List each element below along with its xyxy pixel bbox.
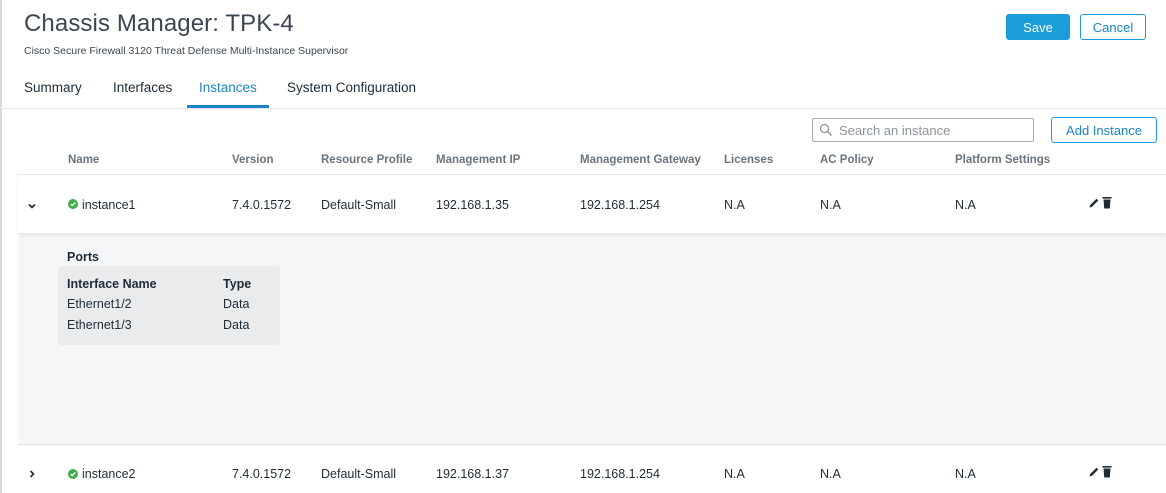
ports-header-interface-name: Interface Name — [67, 277, 157, 291]
page-header: Chassis Manager: TPK-4 Cisco Secure Fire… — [24, 10, 348, 57]
instance-management-gateway: 192.168.1.254 — [580, 467, 660, 481]
search-icon — [819, 123, 832, 136]
chevron-down-icon[interactable] — [27, 201, 37, 211]
instance-licenses: N.A — [724, 467, 745, 481]
ports-header-type: Type — [223, 277, 252, 291]
instance-management-gateway: 192.168.1.254 — [580, 198, 660, 212]
instance-ac-policy: N.A — [820, 198, 841, 212]
instance-resource-profile: Default-Small — [321, 467, 397, 481]
edit-icon[interactable] — [1088, 197, 1100, 209]
page-subtitle: Cisco Secure Firewall 3120 Threat Defens… — [24, 45, 349, 57]
edit-icon[interactable] — [1088, 466, 1100, 478]
delete-icon[interactable] — [1102, 465, 1112, 478]
column-header-version: Version — [232, 154, 274, 166]
column-header-resource-profile: Resource Profile — [321, 154, 413, 166]
column-header-management-ip: Management IP — [436, 154, 521, 166]
instance-licenses: N.A — [724, 198, 745, 212]
instance-management-ip: 192.168.1.37 — [436, 467, 509, 481]
save-button[interactable]: Save — [1006, 14, 1070, 40]
instance-resource-profile: Default-Small — [321, 198, 397, 212]
port-type: Data — [223, 318, 250, 332]
ports-title: Ports — [67, 250, 99, 264]
column-header-platform-settings: Platform Settings — [955, 154, 1051, 166]
instance-ac-policy: N.A — [820, 467, 841, 481]
instance-management-ip: 192.168.1.35 — [436, 198, 509, 212]
chevron-right-icon[interactable] — [27, 469, 37, 479]
tab-system-configuration[interactable]: System Configuration — [287, 80, 416, 95]
tab-interfaces[interactable]: Interfaces — [113, 80, 172, 95]
column-header-ac-policy: AC Policy — [820, 154, 874, 166]
instance-version: 7.4.0.1572 — [232, 198, 292, 212]
instance-name[interactable]: instance1 — [82, 198, 136, 212]
tab-divider — [0, 108, 1166, 109]
instance-platform-settings: N.A — [955, 198, 976, 212]
search-box[interactable] — [812, 118, 1034, 142]
add-instance-button[interactable]: Add Instance — [1051, 117, 1157, 143]
tab-instances[interactable]: Instances — [199, 80, 257, 95]
search-input[interactable] — [839, 122, 1029, 138]
left-border — [0, 0, 2, 493]
delete-icon[interactable] — [1102, 196, 1112, 209]
tab-summary[interactable]: Summary — [24, 80, 82, 95]
column-header-management-gateway: Management Gateway — [580, 154, 701, 166]
column-header-licenses: Licenses — [724, 154, 774, 166]
instance-version: 7.4.0.1572 — [232, 467, 292, 481]
port-type: Data — [223, 297, 250, 311]
instance-platform-settings: N.A — [955, 467, 976, 481]
port-interface-name: Ethernet1/3 — [67, 318, 132, 332]
instance-name[interactable]: instance2 — [82, 467, 136, 481]
status-ok-icon — [68, 469, 78, 479]
column-header-name: Name — [68, 154, 100, 166]
port-interface-name: Ethernet1/2 — [67, 297, 132, 311]
status-ok-icon — [68, 199, 78, 209]
cancel-button[interactable]: Cancel — [1080, 14, 1146, 40]
page-title: Chassis Manager: TPK-4 — [24, 10, 294, 37]
